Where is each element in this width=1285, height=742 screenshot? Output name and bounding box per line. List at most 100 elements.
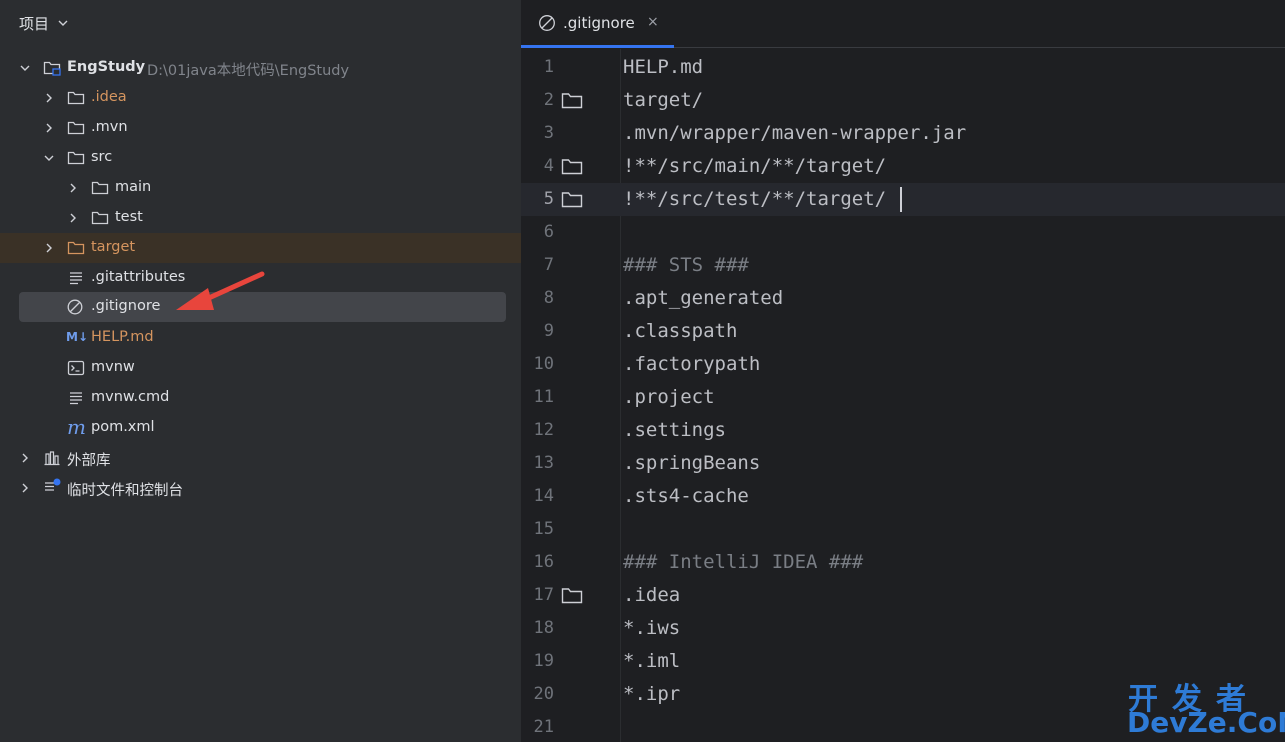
project-panel: 项目 EngStudy D:\01java本地代码\EngStudy .idea… [0,0,521,742]
code-comment: ### STS ### [623,254,749,276]
tree-item-label: src [91,149,113,165]
tree-item-mvn[interactable]: .mvn [0,113,521,143]
folder-icon[interactable] [561,158,583,175]
code-line[interactable]: 6 [521,216,1285,249]
terminal-icon [67,360,85,376]
line-number: 8 [543,288,554,308]
tree-item-mvnw[interactable]: mvnw [0,353,521,383]
code-line[interactable]: 11 .project [521,381,1285,414]
scratch-icon [45,478,61,491]
code-line[interactable]: 13 .springBeans [521,447,1285,480]
code-line[interactable]: 18 *.iws [521,612,1285,645]
tree-item-label: main [115,179,152,195]
folder-icon[interactable] [561,92,583,109]
folder-icon [91,211,109,225]
folder-icon [91,181,109,195]
tree-item-test[interactable]: test [0,203,521,233]
folder-icon[interactable] [561,587,583,604]
close-icon[interactable]: × [647,14,659,30]
watermark: 开发者 DevZe.CoM [1125,672,1285,742]
line-number: 12 [533,420,554,440]
folder-icon[interactable] [561,191,583,208]
code-line[interactable]: 9 .classpath [521,315,1285,348]
tree-item-scratches[interactable]: 临时文件和控制台 [0,473,521,503]
line-number: 13 [533,453,554,473]
tree-item-mvnw-cmd[interactable]: mvnw.cmd [0,383,521,413]
code-line[interactable]: 17 .idea [521,579,1285,612]
panel-title: 项目 [19,14,50,33]
code-text: .factorypath [623,353,761,375]
watermark-bottom: DevZe.CoM [1127,706,1285,739]
line-number: 16 [533,552,554,572]
tree-item-label: EngStudy [67,59,146,75]
tree-item-label: .gitignore [91,298,161,314]
editor-tab-bar: .gitignore × [521,0,1285,48]
chevron-right-icon[interactable] [67,182,79,194]
tree-item-label: .mvn [91,119,128,135]
code-line[interactable]: 7 ### STS ### [521,249,1285,282]
code-text: *.ipr [623,683,681,705]
code-comment: ### IntelliJ IDEA ### [623,551,864,573]
line-number: 17 [533,585,554,605]
tree-item-label: mvnw [91,359,135,375]
line-number: 1 [543,57,554,77]
line-number: 2 [543,90,554,110]
folder-icon [67,91,85,105]
chevron-right-icon[interactable] [43,92,55,104]
code-line[interactable]: 10 .factorypath [521,348,1285,381]
code-line[interactable]: 15 [521,513,1285,546]
code-line[interactable]: 2 target/ [521,84,1285,117]
code-line[interactable]: 16 ### IntelliJ IDEA ### [521,546,1285,579]
code-text: .springBeans [623,452,761,474]
code-text: HELP.md [623,56,704,78]
tree-item-main[interactable]: main [0,173,521,203]
tree-item-label: pom.xml [91,419,155,435]
code-line[interactable]: 12 .settings [521,414,1285,447]
line-number: 10 [533,354,554,374]
chevron-right-icon[interactable] [43,122,55,134]
tree-item-idea[interactable]: .idea [0,83,521,113]
editor-panel: .gitignore × 1 HELP.md 2 target/ 3 .mvn/wr… [521,0,1285,742]
tree-item-help-md[interactable]: M↓ HELP.md [0,323,521,353]
line-number: 14 [533,486,554,506]
tree-item-label: 外部库 [67,453,111,469]
code-line[interactable]: 14 .sts4-cache [521,480,1285,513]
code-line[interactable]: 4 !**/src/main/**/target/ [521,150,1285,183]
code-text: !**/src/test/**/target/ [623,188,887,210]
tree-item-label: test [115,209,143,225]
tree-item-target[interactable]: target [0,233,521,263]
code-line[interactable]: 8 .apt_generated [521,282,1285,315]
project-panel-header[interactable]: 项目 [19,12,69,34]
tree-item-label: .idea [91,89,127,105]
tree-item-external-libraries[interactable]: 外部库 [0,443,521,473]
code-text: .sts4-cache [623,485,749,507]
chevron-down-icon [58,20,68,26]
line-number: 7 [543,255,554,275]
code-text: .apt_generated [623,287,784,309]
tree-item-label: target [91,239,136,255]
chevron-right-icon[interactable] [67,212,79,224]
text-file-icon [70,272,82,285]
chevron-right-icon[interactable] [19,452,31,464]
tree-item-label: HELP.md [91,329,154,345]
tab-gitignore[interactable]: .gitignore × [521,0,674,48]
chevron-down-icon[interactable] [43,152,55,164]
folder-icon [67,121,85,135]
tree-item-label: 临时文件和控制台 [67,483,183,499]
chevron-right-icon[interactable] [19,482,31,494]
code-line[interactable]: 3 .mvn/wrapper/maven-wrapper.jar [521,117,1285,150]
line-number: 3 [543,123,554,143]
chevron-right-icon[interactable] [43,242,55,254]
tree-item-src[interactable]: src [0,143,521,173]
code-line-current[interactable]: 5 !**/src/test/**/target/ [521,183,1285,216]
tree-item-pom-xml[interactable]: m pom.xml [0,413,521,443]
chevron-down-icon[interactable] [19,62,31,74]
code-line[interactable]: 1 HELP.md [521,51,1285,84]
tree-item-engstudy[interactable]: EngStudy D:\01java本地代码\EngStudy [0,53,521,83]
code-text: target/ [623,89,704,111]
text-file-icon [70,392,82,405]
library-icon [44,451,60,466]
line-number: 21 [533,717,554,737]
excluded-folder-icon [67,241,85,255]
active-tab-indicator [521,45,674,48]
